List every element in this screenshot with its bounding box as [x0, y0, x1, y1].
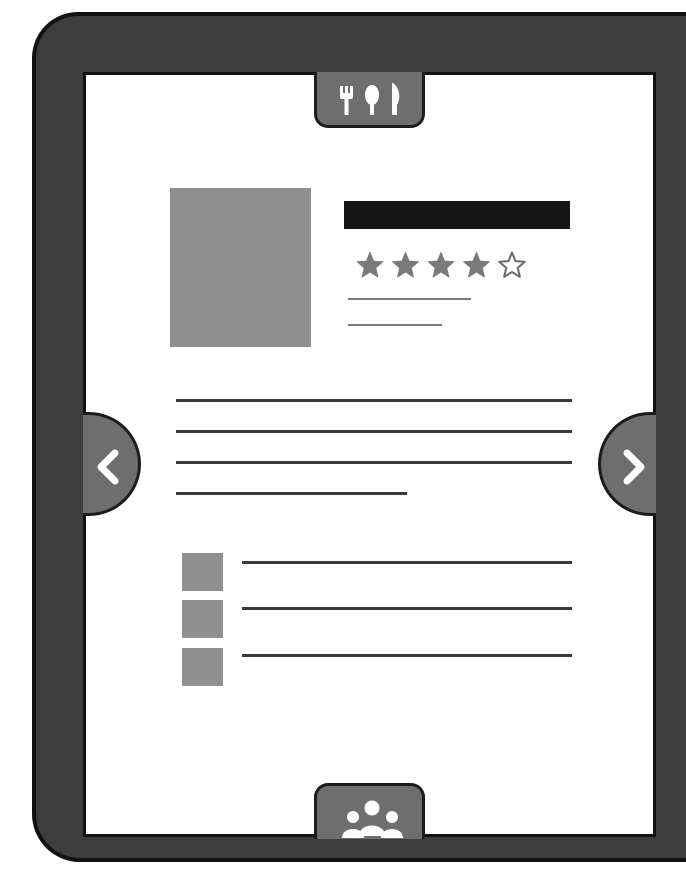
description-line: [176, 399, 572, 402]
star-filled-icon: [463, 252, 490, 278]
people-tab[interactable]: [314, 783, 425, 839]
list-item-line: [242, 561, 572, 564]
star-empty-icon: [498, 251, 526, 278]
list-item-line: [242, 607, 572, 610]
description-line: [176, 492, 407, 495]
subtitle-line: [348, 324, 442, 326]
people-group-icon: [342, 800, 403, 838]
description-line: [176, 461, 572, 464]
star-filled-icon: [392, 252, 419, 278]
subtitle-line: [348, 298, 471, 300]
previous-button[interactable]: [83, 412, 141, 516]
photo-placeholder: [170, 188, 311, 347]
list-item-thumbnail: [182, 648, 223, 686]
description-line: [176, 430, 572, 433]
chevron-right-icon: [623, 449, 645, 485]
star-filled-icon: [427, 252, 455, 278]
tablet-screen: [83, 72, 656, 837]
title-placeholder: [344, 201, 570, 229]
star-filled-icon: [356, 252, 384, 278]
utensils-icon: [340, 83, 400, 115]
restaurant-tab[interactable]: [314, 72, 425, 128]
next-button[interactable]: [598, 412, 656, 516]
list-item-thumbnail: [182, 553, 223, 591]
rating-stars: [356, 251, 526, 278]
list-item-thumbnail: [182, 600, 223, 638]
list-item-line: [242, 654, 572, 657]
chevron-left-icon: [97, 449, 119, 485]
